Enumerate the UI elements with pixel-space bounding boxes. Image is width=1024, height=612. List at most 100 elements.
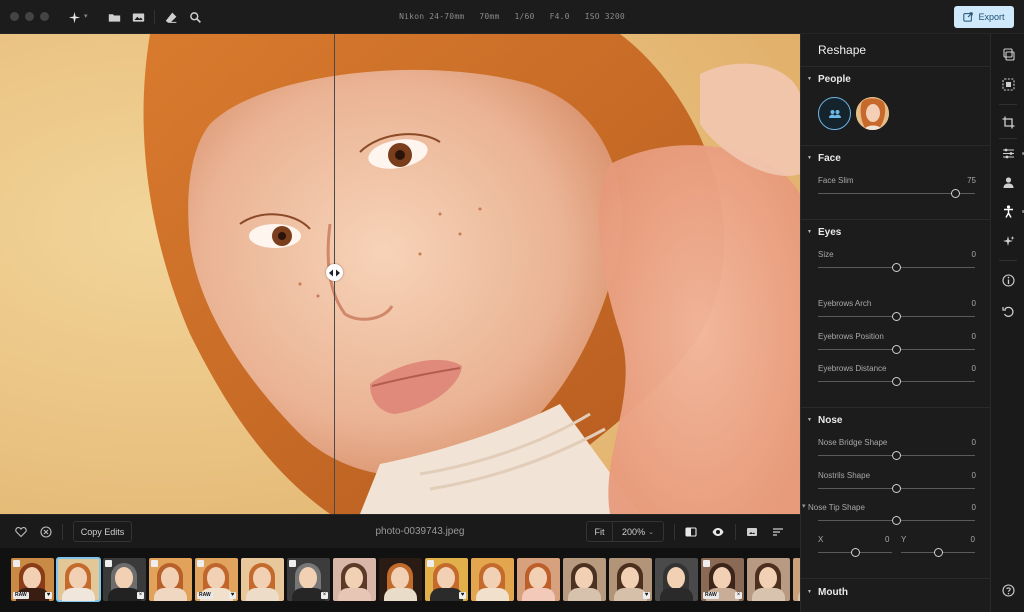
magnifier-icon[interactable]	[187, 9, 203, 25]
filmstrip-thumbnail[interactable]	[793, 558, 800, 601]
filmstrip-thumbnail[interactable]: ×	[103, 558, 146, 601]
thumbnail-image	[161, 567, 179, 589]
thumbnail-image	[115, 567, 133, 589]
nostrils-shape-label: Nostrils Shape	[818, 471, 871, 480]
filmstrip-thumbnail[interactable]	[563, 558, 606, 601]
nose-bridge-shape-knob[interactable]	[892, 451, 901, 460]
filmstrip-thumbnail[interactable]: RAW ♥	[195, 558, 238, 601]
face-slim-knob[interactable]	[950, 189, 960, 198]
reshape-icon[interactable]	[1001, 204, 1016, 219]
filmstrip-thumbnail[interactable]: RAW ♥	[11, 558, 54, 601]
filmstrip-thumbnail[interactable]	[56, 557, 101, 602]
face-slim-value: 75	[967, 176, 976, 185]
eyebrows-arch-slider[interactable]: Eyebrows Arch 0	[801, 299, 990, 325]
collapse-triangle-icon: ▼	[807, 155, 812, 161]
eyebrows-position-slider[interactable]: Eyebrows Position 0	[801, 332, 990, 358]
ai-sparkle-icon[interactable]	[66, 9, 82, 25]
filmstrip-thumbnail[interactable]: ♥	[609, 558, 652, 601]
toolbar-divider	[735, 524, 736, 540]
focal-length-text: 70mm	[479, 12, 500, 21]
panel-divider	[801, 145, 990, 146]
zoom-value: 200%	[622, 526, 646, 537]
compare-split-handle[interactable]	[326, 264, 343, 281]
nose-tip-shape-slider[interactable]: Nose Tip Shape 0 ▾	[801, 503, 990, 529]
section-face-label: Face	[818, 152, 841, 164]
heart-icon: ♥	[229, 592, 236, 599]
nose-tip-y-value: 0	[970, 535, 975, 544]
info-icon[interactable]	[1001, 273, 1016, 288]
history-icon[interactable]	[1001, 304, 1016, 319]
heart-icon[interactable]	[13, 524, 29, 540]
all-people-button[interactable]	[818, 97, 851, 130]
section-eyes-label: Eyes	[818, 226, 842, 238]
filmstrip-thumbnail[interactable]	[517, 558, 560, 601]
nose-tip-y-knob[interactable]	[933, 548, 943, 557]
avatar-image	[856, 97, 889, 130]
eye-size-slider[interactable]: Size 0	[801, 250, 990, 276]
filmstrip-thumbnail[interactable]: RAW ×	[701, 558, 744, 601]
thumbnail-image	[437, 567, 455, 589]
filmstrip-thumbnail[interactable]	[379, 558, 422, 601]
filmstrip-toggle-icon[interactable]	[744, 524, 760, 540]
filmstrip-thumbnail[interactable]	[655, 558, 698, 601]
person-avatar[interactable]	[856, 97, 889, 130]
nose-tip-x-knob[interactable]	[850, 548, 860, 557]
filmstrip-thumbnail[interactable]	[333, 558, 376, 601]
crop-icon[interactable]	[1001, 115, 1016, 130]
layers-icon[interactable]	[1001, 47, 1016, 62]
eyebrows-position-knob[interactable]	[892, 345, 901, 354]
split-view-icon[interactable]	[683, 524, 699, 540]
section-nose-label: Nose	[818, 414, 843, 426]
thumbnail-image	[391, 567, 409, 589]
chevron-down-icon[interactable]: ▾	[84, 12, 88, 20]
adjust-icon[interactable]	[1001, 146, 1016, 161]
nostrils-shape-knob[interactable]	[892, 484, 901, 493]
collapse-triangle-icon: ▼	[807, 229, 812, 235]
face-slim-slider[interactable]: Face Slim 75	[801, 176, 990, 202]
select-icon[interactable]	[1001, 77, 1016, 92]
eyebrows-arch-knob[interactable]	[892, 312, 901, 321]
zoom-controls: Fit 200% ⌄	[586, 521, 664, 542]
section-face-header[interactable]: ▼ Face	[801, 148, 990, 168]
nose-bridge-shape-slider[interactable]: Nose Bridge Shape 0	[801, 438, 990, 464]
portrait-photo	[0, 34, 800, 514]
photo-canvas[interactable]	[0, 34, 800, 514]
section-people-header[interactable]: ▼ People	[801, 69, 990, 89]
portrait-icon[interactable]	[1001, 175, 1016, 190]
section-nose-header[interactable]: ▼ Nose	[801, 410, 990, 430]
nose-tip-shape-knob[interactable]	[892, 516, 901, 525]
folder-icon[interactable]	[106, 9, 122, 25]
expand-triangle-icon[interactable]: ▾	[802, 502, 806, 510]
filmstrip-thumbnail[interactable]: ×	[287, 558, 330, 601]
eyebrows-distance-knob[interactable]	[892, 377, 901, 386]
lens-text: Nikon 24-70mm	[399, 12, 465, 21]
help-icon[interactable]	[1001, 583, 1016, 598]
reject-icon[interactable]	[38, 524, 54, 540]
filmstrip-thumbnail[interactable]	[241, 558, 284, 601]
section-eyes-header[interactable]: ▼ Eyes	[801, 222, 990, 242]
filmstrip-thumbnail[interactable]	[149, 558, 192, 601]
fit-button[interactable]: Fit	[587, 522, 613, 541]
filmstrip-thumbnail[interactable]	[747, 558, 790, 601]
zoom-select[interactable]: 200% ⌄	[613, 522, 663, 541]
section-mouth-header[interactable]: ▼ Mouth	[801, 582, 990, 602]
minimize-window-button[interactable]	[25, 12, 34, 21]
eraser-icon[interactable]	[163, 9, 179, 25]
eye-size-knob[interactable]	[892, 263, 901, 272]
sort-icon[interactable]	[770, 524, 786, 540]
top-toolbar: ▾ Nikon 24-70mm 70mm 1/60 F4.0 ISO 3200 …	[0, 0, 1024, 34]
thumbnail-image	[476, 588, 509, 601]
zoom-window-button[interactable]	[40, 12, 49, 21]
reject-icon: ×	[321, 592, 328, 599]
toolbar-divider	[62, 524, 63, 540]
eye-icon[interactable]	[710, 524, 726, 540]
filmstrip-thumbnail[interactable]	[471, 558, 514, 601]
image-icon[interactable]	[130, 9, 146, 25]
ai-enhance-icon[interactable]	[1001, 234, 1016, 249]
filmstrip-thumbnail[interactable]: ♥	[425, 558, 468, 601]
nostrils-shape-slider[interactable]: Nostrils Shape 0	[801, 471, 990, 497]
export-button[interactable]: Export	[954, 6, 1014, 28]
close-window-button[interactable]	[10, 12, 19, 21]
copy-edits-button[interactable]: Copy Edits	[73, 521, 132, 542]
eyebrows-distance-slider[interactable]: Eyebrows Distance 0	[801, 364, 990, 390]
